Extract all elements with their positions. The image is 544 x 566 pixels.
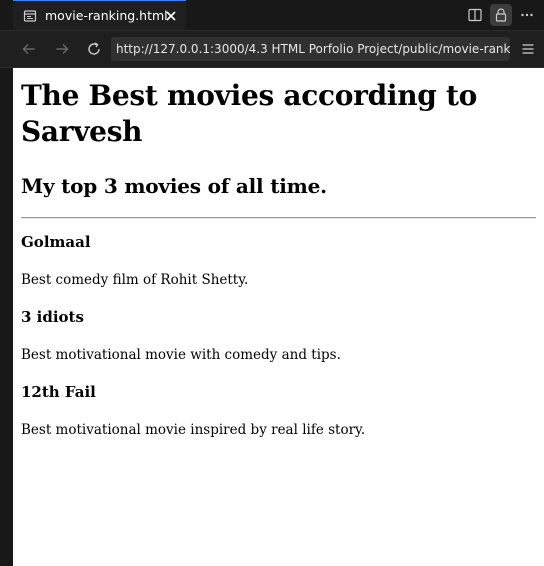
reload-icon[interactable] (82, 37, 106, 61)
url-input[interactable]: http://127.0.0.1:3000/4.3 HTML Porfolio … (111, 37, 510, 61)
movie-description: Best motivational movie with comedy and … (21, 347, 341, 363)
browser-preview-icon (23, 9, 37, 23)
page-title: The Best movies according to Sarvesh (21, 79, 477, 148)
arrow-left-icon[interactable] (17, 37, 41, 61)
movie-title: Golmaal (21, 233, 91, 251)
browser-toolbar: http://127.0.0.1:3000/4.3 HTML Porfolio … (0, 31, 544, 68)
hamburger-menu-icon[interactable] (517, 38, 539, 60)
page-subtitle: My top 3 movies of all time. (21, 174, 327, 198)
tab-label: movie-ranking.html (45, 8, 168, 23)
more-icon[interactable] (516, 4, 538, 26)
arrow-right-icon[interactable] (50, 37, 74, 61)
divider (21, 217, 536, 219)
tab-actions (464, 3, 538, 27)
movie-title: 3 idiots (21, 308, 84, 326)
movie-title: 12th Fail (21, 383, 96, 401)
movie-description: Best comedy film of Rohit Shetty. (21, 272, 249, 288)
lock-icon[interactable] (490, 4, 512, 26)
editor-side-strip (0, 0, 13, 566)
close-icon[interactable] (164, 9, 178, 23)
movie-description: Best motivational movie inspired by real… (21, 422, 366, 438)
tab-movie-ranking[interactable]: movie-ranking.html (13, 0, 186, 30)
split-editor-icon[interactable] (464, 4, 486, 26)
page-viewport: The Best movies according to Sarvesh My … (13, 68, 544, 566)
tab-bar: movie-ranking.html (0, 0, 544, 31)
